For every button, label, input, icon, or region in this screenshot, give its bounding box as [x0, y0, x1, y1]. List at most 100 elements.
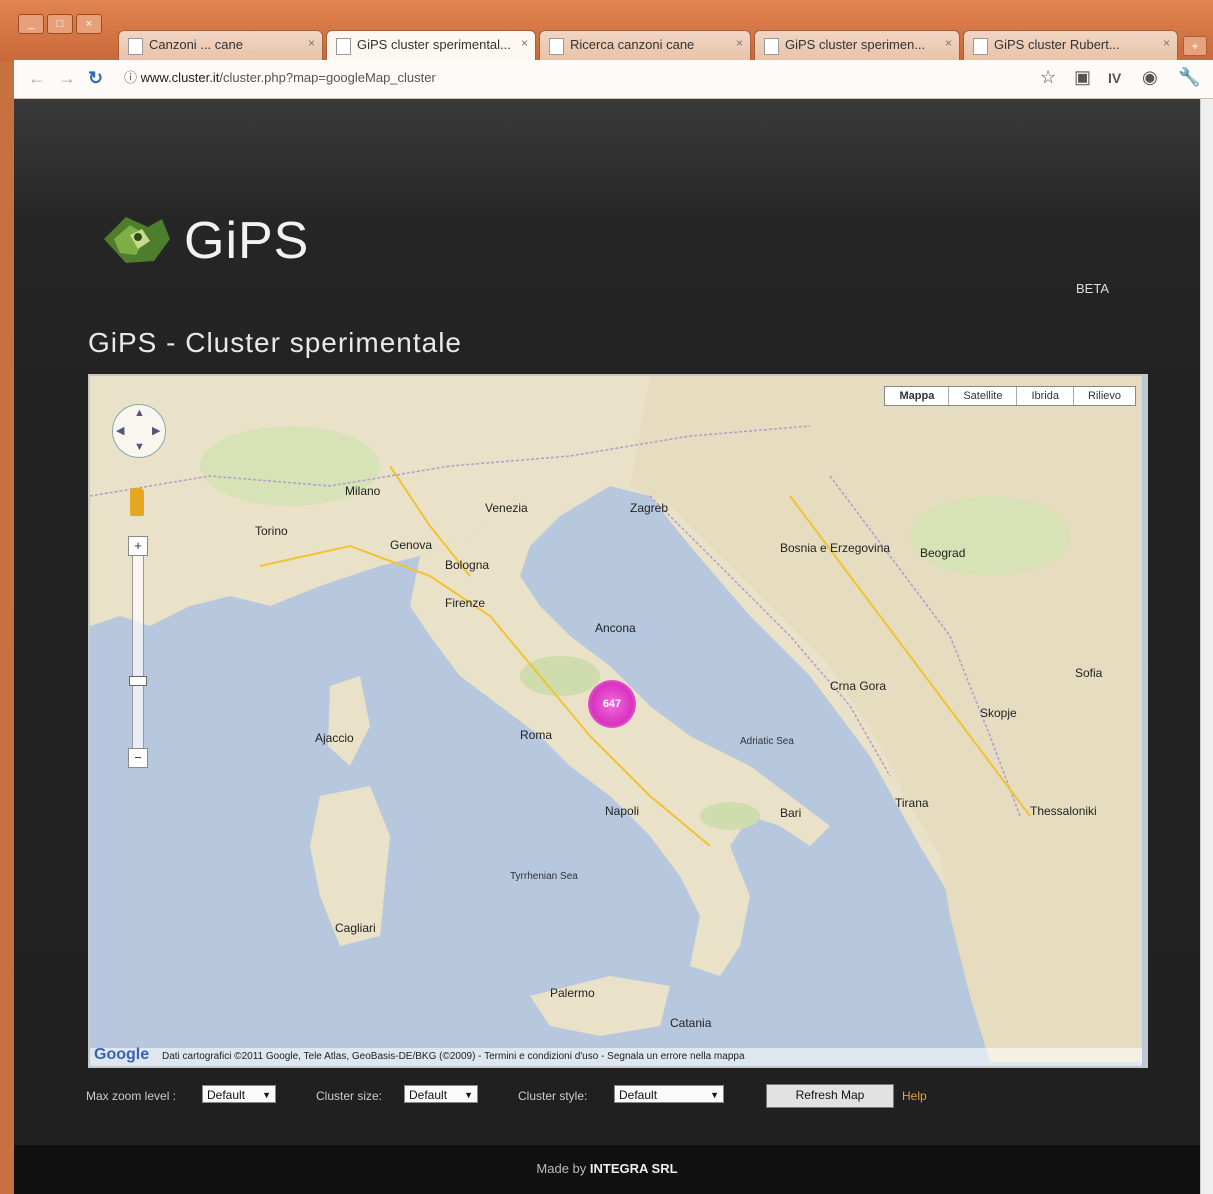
- beta-label: BETA: [1076, 281, 1109, 296]
- browser-window: _ □ × Canzoni ... cane × GiPS cluster sp…: [0, 0, 1213, 1194]
- map-label-zagreb: Zagreb: [630, 501, 669, 515]
- map-type-selector: Mappa Satellite Ibrida Rilievo: [884, 386, 1136, 406]
- back-arrow-icon[interactable]: ←: [28, 68, 46, 89]
- browser-tab-active[interactable]: GiPS cluster sperimental... ×: [326, 30, 536, 60]
- map-label-ancona: Ancona: [595, 621, 636, 635]
- pan-up-icon[interactable]: ▲: [134, 407, 145, 419]
- settings-icon[interactable]: ◉: [1142, 67, 1158, 88]
- page-favicon-icon: [549, 38, 564, 55]
- tab-close-icon[interactable]: ×: [736, 36, 743, 50]
- refresh-map-button[interactable]: Refresh Map: [766, 1084, 894, 1108]
- attribution-text: Dati cartografici ©2011 Google, Tele Atl…: [162, 1051, 745, 1062]
- tab-title: GiPS cluster Rubert...: [994, 37, 1120, 52]
- page-favicon-icon: [764, 38, 779, 55]
- browser-tab[interactable]: GiPS cluster sperimen... ×: [754, 30, 960, 60]
- footer-credit: Made by INTEGRA SRL: [14, 1161, 1200, 1176]
- street-view-pegman-icon[interactable]: [130, 488, 144, 516]
- tab-close-icon[interactable]: ×: [1163, 36, 1170, 50]
- page-scrollbar[interactable]: [1200, 99, 1213, 1194]
- cluster-size-value: Default: [409, 1088, 448, 1102]
- pan-control[interactable]: ▲ ▼ ◀ ▶: [112, 404, 166, 458]
- page-content: GiPS BETA GiPS - Cluster sperimentale Ge…: [14, 99, 1200, 1194]
- brand-name: GiPS: [184, 212, 310, 270]
- max-zoom-select[interactable]: Default ▼: [202, 1085, 276, 1103]
- help-link[interactable]: Help: [902, 1089, 927, 1103]
- browser-tab[interactable]: Canzoni ... cane ×: [118, 30, 323, 60]
- map-label-roma: Roma: [520, 728, 553, 742]
- tab-strip: _ □ × Canzoni ... cane × GiPS cluster sp…: [0, 0, 1213, 62]
- minimize-button[interactable]: _: [18, 14, 44, 34]
- google-logo[interactable]: Google: [94, 1046, 149, 1064]
- tab-close-icon[interactable]: ×: [308, 36, 315, 50]
- pan-right-icon[interactable]: ▶: [152, 424, 160, 437]
- address-bar[interactable]: ⓘ www.cluster.it/cluster.php?map=googleM…: [124, 65, 1024, 91]
- reload-icon[interactable]: ↻: [88, 68, 103, 89]
- forward-arrow-icon[interactable]: →: [58, 68, 76, 89]
- gips-logo-icon: [104, 217, 170, 263]
- map-label-catania: Catania: [670, 1016, 712, 1030]
- page-favicon-icon: [128, 38, 143, 55]
- tab-title: Ricerca canzoni cane: [570, 37, 695, 52]
- map-type-satellite-button[interactable]: Satellite: [948, 387, 1017, 405]
- page-footer: Made by INTEGRA SRL: [14, 1145, 1200, 1194]
- dropdown-arrow-icon: ▼: [262, 1090, 271, 1100]
- zoom-slider-thumb[interactable]: [129, 676, 147, 686]
- zoom-out-button[interactable]: −: [128, 748, 148, 768]
- map-label-milano: Milano: [345, 484, 381, 498]
- map-label-genova: Genova: [390, 538, 433, 552]
- url-path: /cluster.php?map=googleMap_cluster: [219, 70, 436, 85]
- dropdown-arrow-icon: ▼: [464, 1090, 473, 1100]
- page-title: GiPS - Cluster sperimentale: [88, 327, 463, 358]
- map-controls-bar: Max zoom level : Default ▼ Cluster size:…: [86, 1083, 1186, 1113]
- wrench-icon[interactable]: 🔧: [1178, 67, 1200, 88]
- zoom-in-button[interactable]: +: [128, 536, 148, 556]
- star-icon[interactable]: ☆: [1040, 67, 1056, 88]
- window-controls: _ □ ×: [18, 14, 102, 34]
- close-window-button[interactable]: ×: [76, 14, 102, 34]
- page-info-icon: ⓘ: [124, 70, 141, 85]
- footer-prefix: Made by: [536, 1161, 587, 1176]
- map-type-rilievo-button[interactable]: Rilievo: [1072, 387, 1135, 405]
- browser-tab[interactable]: GiPS cluster Rubert... ×: [963, 30, 1178, 60]
- map-label-tyrrhenian: Tyrrhenian Sea: [510, 871, 578, 882]
- map-type-mappa-button[interactable]: Mappa: [885, 387, 949, 405]
- footer-company[interactable]: INTEGRA SRL: [590, 1161, 678, 1176]
- url-host: www.cluster.it: [140, 70, 220, 85]
- map-attribution: Dati cartografici ©2011 Google, Tele Atl…: [90, 1048, 1142, 1066]
- map-label-thessaloniki: Thessaloniki: [1030, 804, 1097, 818]
- zoom-slider-track[interactable]: [132, 536, 144, 768]
- map-label-cagliari: Cagliari: [335, 921, 376, 935]
- max-zoom-value: Default: [207, 1088, 246, 1102]
- map-label-sofia: Sofia: [1075, 666, 1103, 680]
- map-label-napoli: Napoli: [605, 804, 640, 818]
- map-label-skopje: Skopje: [980, 706, 1017, 720]
- page-favicon-icon: [336, 38, 351, 55]
- extension-icon[interactable]: IV: [1108, 70, 1121, 86]
- cluster-size-label: Cluster size:: [316, 1089, 383, 1103]
- page-favicon-icon: [973, 38, 988, 55]
- cluster-style-label: Cluster style:: [518, 1089, 588, 1103]
- map-label-venezia: Venezia: [485, 501, 528, 515]
- map-label-firenze: Firenze: [445, 596, 486, 610]
- cluster-style-select[interactable]: Default ▼: [614, 1085, 724, 1103]
- map-type-ibrida-button[interactable]: Ibrida: [1016, 387, 1073, 405]
- map-label-adriatic: Adriatic Sea: [740, 736, 794, 747]
- map-label-sarajevo: Bosnia e Erzegovina: [780, 541, 891, 555]
- pan-down-icon[interactable]: ▼: [134, 441, 145, 453]
- page-icon[interactable]: ▣: [1074, 67, 1091, 88]
- new-tab-button[interactable]: +: [1183, 36, 1207, 56]
- pan-left-icon[interactable]: ◀: [116, 424, 124, 437]
- cluster-style-value: Default: [619, 1088, 658, 1102]
- tab-close-icon[interactable]: ×: [945, 36, 952, 50]
- map-label-belgrade: Beograd: [920, 546, 966, 560]
- browser-tab[interactable]: Ricerca canzoni cane ×: [539, 30, 751, 60]
- tab-title: Canzoni ... cane: [149, 37, 243, 52]
- map-label-torino: Torino: [255, 524, 288, 538]
- tab-close-icon[interactable]: ×: [521, 36, 528, 50]
- map-label-tirana: Tirana: [895, 796, 929, 810]
- maximize-button[interactable]: □: [47, 14, 73, 34]
- map-container[interactable]: Genova Milano Torino Venezia Bologna Fir…: [88, 374, 1148, 1068]
- cluster-marker[interactable]: 647: [588, 680, 636, 728]
- cluster-size-select[interactable]: Default ▼: [404, 1085, 478, 1103]
- max-zoom-label: Max zoom level :: [86, 1089, 177, 1103]
